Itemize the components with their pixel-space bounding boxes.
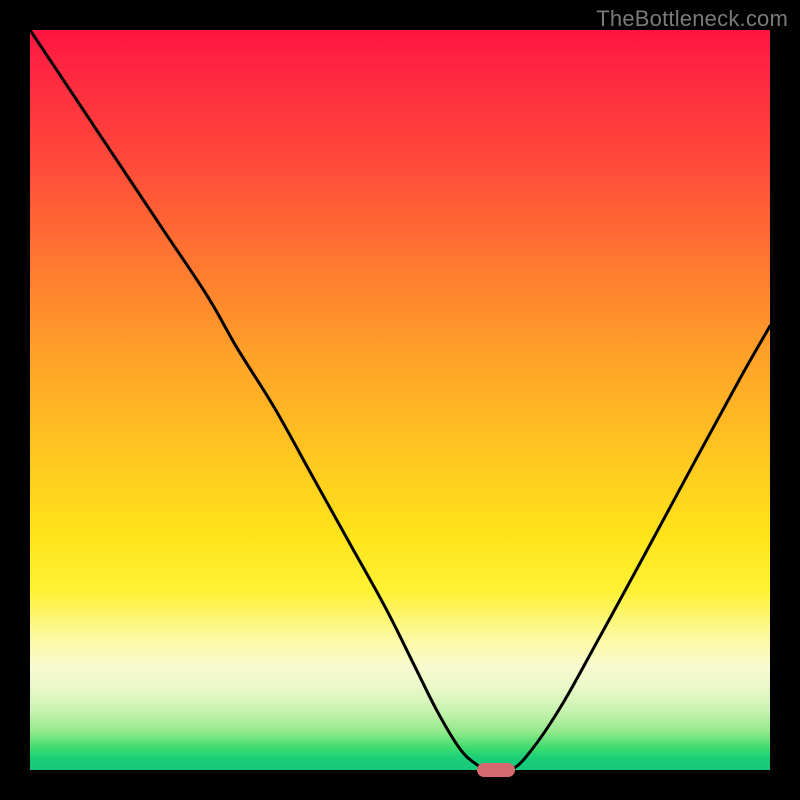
optimal-marker (477, 763, 515, 777)
curve-path (30, 30, 770, 772)
plot-area (30, 30, 770, 770)
chart-frame: TheBottleneck.com (0, 0, 800, 800)
watermark-text: TheBottleneck.com (596, 6, 788, 32)
bottleneck-curve (30, 30, 770, 770)
